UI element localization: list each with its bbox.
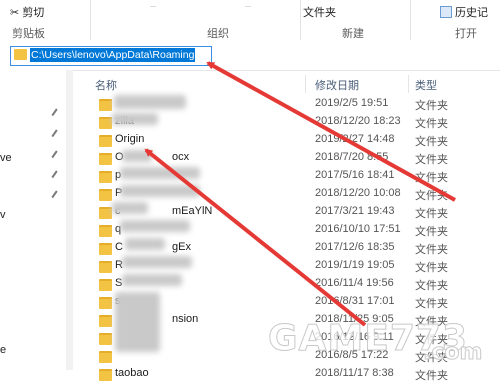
watermark-suffix: .com — [422, 340, 483, 366]
annotation-arrows — [144, 61, 456, 327]
folder-icon — [99, 369, 112, 381]
